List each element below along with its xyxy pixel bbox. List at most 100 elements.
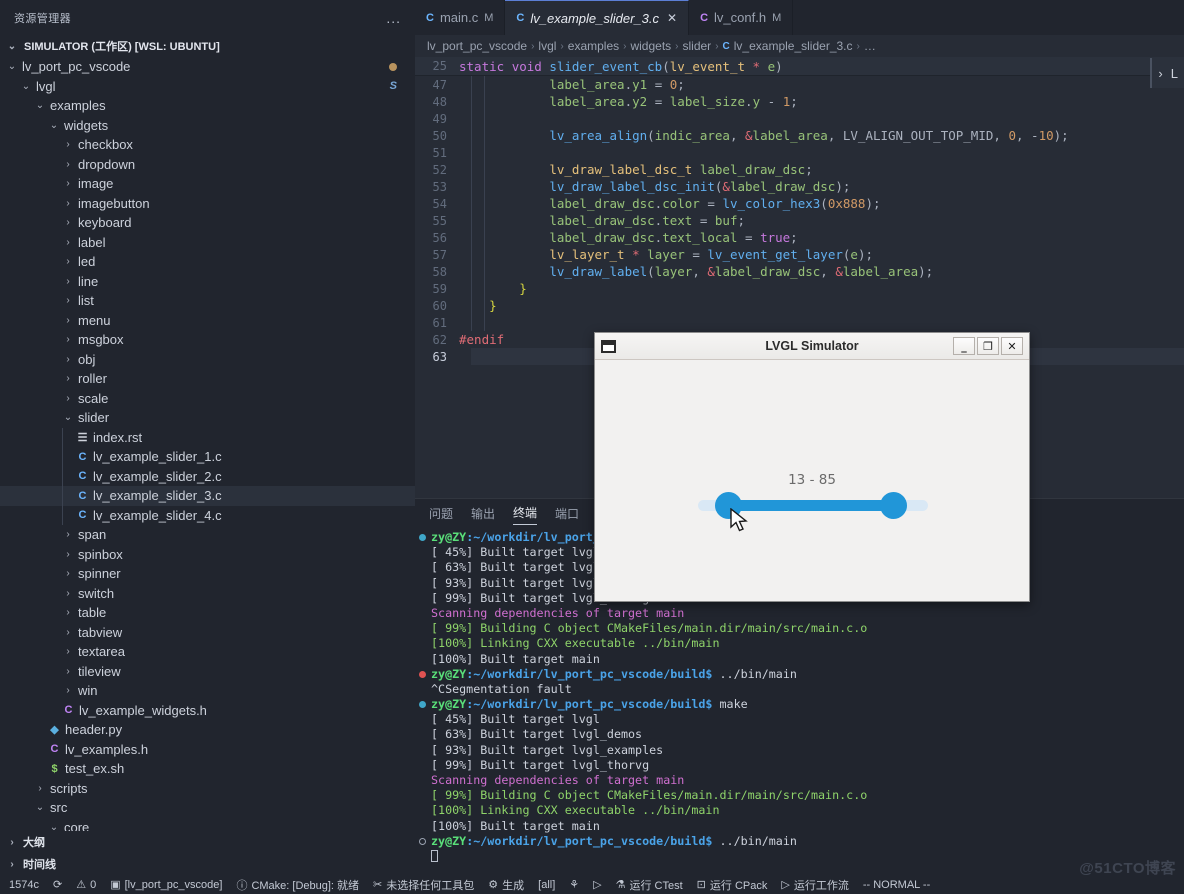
more-actions-icon[interactable]: ...	[386, 10, 401, 26]
breadcrumb-segment[interactable]: widgets	[630, 39, 671, 53]
maximize-button[interactable]: ❐	[977, 337, 999, 355]
breadcrumb-segment[interactable]: …	[864, 39, 876, 53]
simulator-title-bar[interactable]: LVGL Simulator _ ❐ ✕	[595, 333, 1029, 360]
status-item-4[interactable]: ⓘ CMake: [Debug]: 就绪	[229, 875, 366, 894]
tree-item-image[interactable]: › image	[0, 174, 415, 194]
tree-item-led[interactable]: › led	[0, 252, 415, 272]
tree-item-span[interactable]: › span	[0, 525, 415, 545]
terminal-command: make	[712, 697, 748, 712]
tree-item-test-ex-sh[interactable]: $ test_ex.sh	[0, 759, 415, 779]
tree-item-label: keyboard	[78, 215, 132, 231]
tree-item-win[interactable]: › win	[0, 681, 415, 701]
tree-item-msgbox[interactable]: › msgbox	[0, 330, 415, 350]
tree-item-spinner[interactable]: › spinner	[0, 564, 415, 584]
line-number: 55	[432, 213, 447, 228]
status-item-9[interactable]: ▷	[586, 875, 608, 894]
chevron-right-icon: ›	[66, 197, 70, 209]
editor-tab-lv-example-slider-3-c[interactable]: Clv_example_slider_3.c ✕	[505, 0, 690, 35]
editor-tab-main-c[interactable]: Cmain.c M	[415, 0, 506, 35]
lvgl-simulator-window[interactable]: LVGL Simulator _ ❐ ✕ 13 - 85	[594, 332, 1030, 602]
workspace-root-row[interactable]: ⌄ SIMULATOR (工作区) [WSL: UBUNTU]	[0, 35, 415, 57]
tree-item-lv-examples-h[interactable]: Clv_examples.h	[0, 740, 415, 760]
tree-item-src[interactable]: ⌄ src	[0, 798, 415, 818]
close-button[interactable]: ✕	[1001, 337, 1023, 355]
tree-item-label: line	[78, 273, 99, 289]
tree-item-examples[interactable]: ⌄ examples	[0, 96, 415, 116]
status-item-8[interactable]: ⚘	[562, 875, 586, 894]
tree-item-checkbox[interactable]: › checkbox	[0, 135, 415, 155]
tree-item-slider[interactable]: ⌄ slider	[0, 408, 415, 428]
tree-item-label[interactable]: › label	[0, 233, 415, 253]
tree-item-textarea[interactable]: › textarea	[0, 642, 415, 662]
outline-section[interactable]: › 大纲	[0, 831, 415, 853]
tree-item-obj[interactable]: › obj	[0, 350, 415, 370]
tree-item-tabview[interactable]: › tabview	[0, 623, 415, 643]
status-item-10[interactable]: ⚗ 运行 CTest	[609, 875, 690, 894]
chevron-right-icon: ›	[66, 529, 70, 541]
tree-item-imagebutton[interactable]: › imagebutton	[0, 194, 415, 214]
panel-tab-2[interactable]: 终端	[513, 504, 538, 525]
tree-item-line[interactable]: › line	[0, 272, 415, 292]
tree-item-table[interactable]: › table	[0, 603, 415, 623]
tree-item-menu[interactable]: › menu	[0, 311, 415, 331]
status-item-13[interactable]: -- NORMAL --	[856, 875, 937, 894]
simulator-canvas[interactable]: 13 - 85	[597, 362, 1027, 599]
tree-item-lvgl[interactable]: ⌄ lvgl S	[0, 77, 415, 97]
tree-item-dropdown[interactable]: › dropdown	[0, 155, 415, 175]
terminal-line: [ 63%] Built target lvgl_demos	[431, 727, 1184, 742]
terminal-text: [100%] Linking CXX executable ../bin/mai…	[431, 803, 720, 818]
py-file-icon: ◆	[50, 724, 59, 737]
terminal-text: [ 45%] Built target lvgl	[431, 545, 600, 560]
timeline-section[interactable]: › 时间线	[0, 853, 415, 875]
tree-item-header-py[interactable]: ◆ header.py	[0, 720, 415, 740]
breadcrumb-segment[interactable]: lv_port_pc_vscode	[427, 39, 527, 53]
tree-item-widgets[interactable]: ⌄ widgets	[0, 116, 415, 136]
tree-item-lv-port-pc-vscode[interactable]: ⌄ lv_port_pc_vscode	[0, 57, 415, 77]
status-item-2[interactable]: ⚠ 0	[69, 875, 103, 894]
tree-item-lv-example-widgets-h[interactable]: Clv_example_widgets.h	[0, 701, 415, 721]
c-file-icon: C	[722, 40, 730, 52]
line-number: 56	[432, 230, 447, 245]
tree-item-label: spinbox	[78, 546, 123, 562]
panel-tab-3[interactable]: 端口	[555, 505, 579, 525]
status-icon: ⚗	[615, 879, 626, 891]
tree-item-tileview[interactable]: › tileview	[0, 662, 415, 682]
terminal-status-dot-icon	[419, 534, 426, 541]
chevron-right-icon: ›	[66, 685, 70, 697]
tree-item-list[interactable]: › list	[0, 291, 415, 311]
panel-tab-0[interactable]: 问题	[429, 505, 453, 525]
chevron-right-icon[interactable]: ›	[1158, 66, 1162, 81]
minimize-button[interactable]: _	[953, 337, 975, 355]
status-item-12[interactable]: ▷ 运行工作流	[774, 875, 855, 894]
breadcrumb-segment[interactable]: lvgl	[538, 39, 556, 53]
tree-item-label: win	[78, 683, 98, 699]
status-label: [lv_port_pc_vscode]	[124, 878, 223, 891]
tree-item-switch[interactable]: › switch	[0, 584, 415, 604]
status-item-0[interactable]: 1574c	[2, 875, 46, 894]
slider-knob-right[interactable]	[880, 492, 907, 519]
status-item-6[interactable]: ⚙ 生成	[481, 875, 531, 894]
tree-item-keyboard[interactable]: › keyboard	[0, 213, 415, 233]
code-text: #endif	[459, 332, 505, 347]
breadcrumb-segment[interactable]: lv_example_slider_3.c	[734, 39, 853, 53]
tree-item-scripts[interactable]: › scripts	[0, 779, 415, 799]
breadcrumb-segment[interactable]: slider	[683, 39, 712, 53]
editor-side-widget[interactable]: › L	[1150, 58, 1184, 88]
breadcrumb-segment[interactable]: examples	[568, 39, 619, 53]
status-item-3[interactable]: ▣ [lv_port_pc_vscode]	[103, 875, 229, 894]
tree-item-spinbox[interactable]: › spinbox	[0, 545, 415, 565]
close-icon[interactable]: ✕	[667, 11, 677, 25]
tree-item-core[interactable]: ⌄ core	[0, 818, 415, 831]
status-item-11[interactable]: ⊡ 运行 CPack	[690, 875, 775, 894]
editor-tab-lv-conf-h[interactable]: Clv_conf.h M	[689, 0, 794, 35]
tree-item-scale[interactable]: › scale	[0, 389, 415, 409]
status-item-1[interactable]: ⟳	[46, 875, 69, 894]
tree-item-roller[interactable]: › roller	[0, 369, 415, 389]
file-tree[interactable]: ⌄ lv_port_pc_vscode ⌄ lvgl S ⌄ examples ⌄ widget…	[0, 57, 415, 831]
tree-item-label: scripts	[50, 780, 88, 796]
code-line: 60 }	[415, 297, 1184, 314]
status-item-5[interactable]: ✂ 未选择任何工具包	[366, 875, 481, 894]
status-item-7[interactable]: [all]	[531, 875, 562, 894]
panel-tab-1[interactable]: 输出	[471, 505, 495, 525]
tree-item-label: image	[78, 176, 114, 192]
